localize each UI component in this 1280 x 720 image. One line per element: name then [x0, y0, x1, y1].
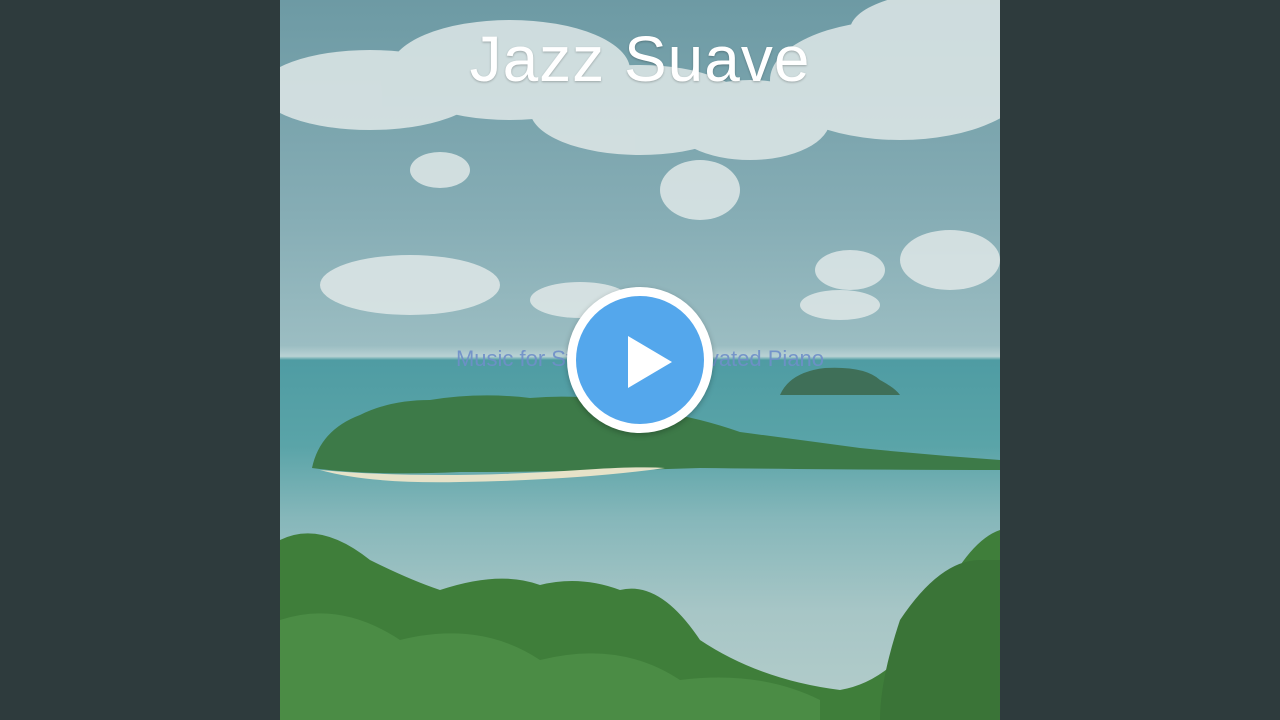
play-button-circle[interactable] [576, 296, 704, 424]
cover-title: Jazz Suave [469, 23, 811, 95]
play-icon [628, 336, 672, 388]
video-player[interactable]: Jazz Suave Music for Studying - Captivat… [0, 0, 1280, 720]
play-button[interactable] [567, 287, 713, 433]
